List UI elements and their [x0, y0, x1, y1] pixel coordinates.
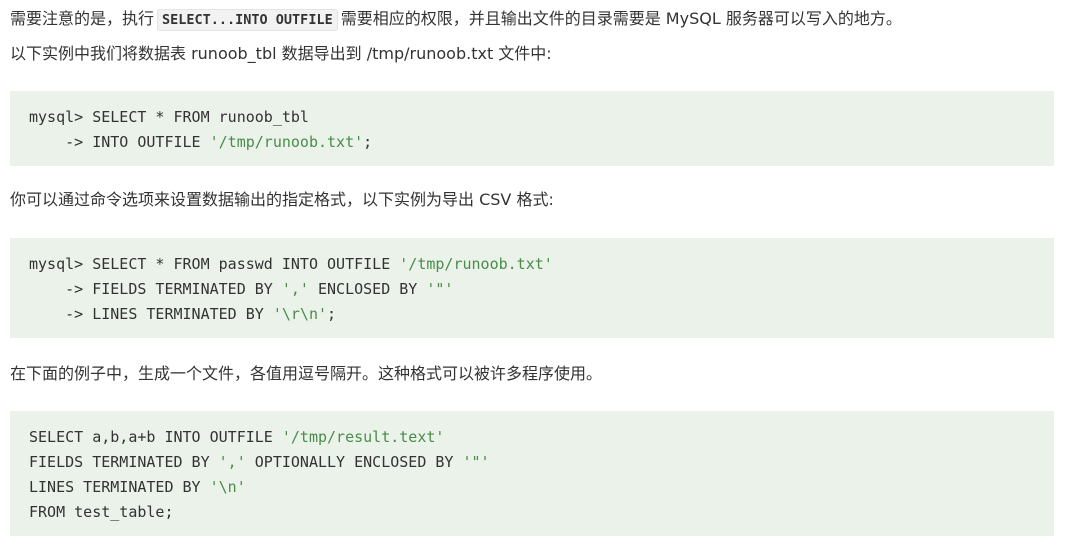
code-string: ',' [218, 453, 246, 471]
code-string: '\r\n' [272, 305, 328, 323]
code-line: -> INTO OUTFILE '/tmp/runoob.txt'; [29, 133, 373, 151]
code-string: '"' [462, 453, 490, 471]
code-string: '/tmp/runoob.txt' [209, 133, 364, 151]
code-line: mysql> SELECT * FROM runoob_tbl [29, 108, 309, 126]
paragraph-text: 需要注意的是，执行 [10, 9, 155, 28]
paragraph-text: 需要相应的权限，并且输出文件的目录需要是 MySQL 服务器可以写入的地方。 [340, 9, 902, 28]
code-line: FROM test_table; [29, 503, 174, 521]
code-line: SELECT a,b,a+b INTO OUTFILE '/tmp/result… [29, 428, 445, 446]
paragraph-comma-separated-intro: 在下面的例子中，生成一个文件，各值用逗号隔开。这种格式可以被许多程序使用。 [10, 364, 603, 383]
paragraph-permissions-note: 需要注意的是，执行 SELECT...INTO OUTFILE 需要相应的权限，并且… [10, 7, 902, 32]
paragraph-export-intro: 以下实例中我们将数据表 runoob_tbl 数据导出到 /tmp/runoob… [10, 44, 552, 63]
code-string: '/tmp/result.text' [281, 428, 445, 446]
code-string: '"' [426, 280, 454, 298]
code-line: -> FIELDS TERMINATED BY ',' ENCLOSED BY … [29, 280, 454, 298]
paragraph-csv-intro: 你可以通过命令选项来设置数据输出的指定格式，以下实例为导出 CSV 格式: [10, 190, 554, 209]
code-line: -> LINES TERMINATED BY '\r\n'; [29, 305, 337, 323]
code-string: '\n' [209, 478, 246, 496]
code-string: ',' [281, 280, 309, 298]
code-line: LINES TERMINATED BY '\n' [29, 478, 246, 496]
code-block-export-basic[interactable]: mysql> SELECT * FROM runoob_tbl -> INTO … [10, 91, 1054, 166]
code-line: mysql> SELECT * FROM passwd INTO OUTFILE… [29, 255, 553, 273]
code-block-export-csv[interactable]: mysql> SELECT * FROM passwd INTO OUTFILE… [10, 238, 1054, 338]
inline-code: SELECT...INTO OUTFILE [157, 9, 338, 31]
code-string: '/tmp/runoob.txt' [399, 255, 553, 273]
code-block-export-comma[interactable]: SELECT a,b,a+b INTO OUTFILE '/tmp/result… [10, 411, 1054, 536]
code-line: FIELDS TERMINATED BY ',' OPTIONALLY ENCL… [29, 453, 490, 471]
